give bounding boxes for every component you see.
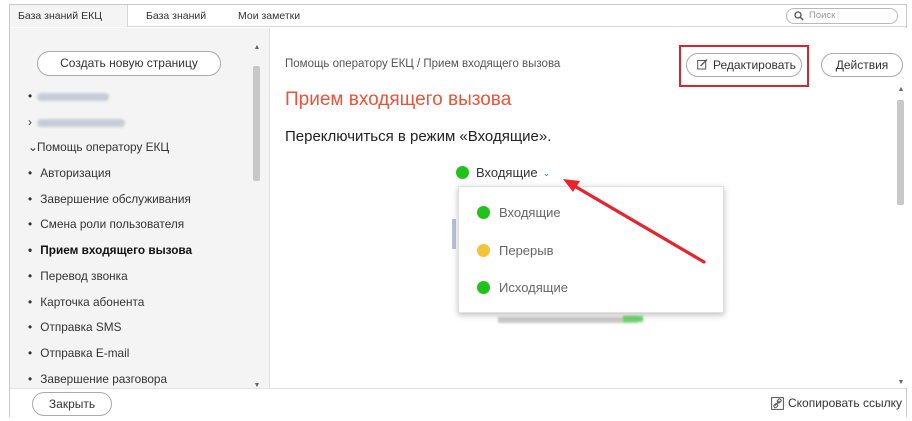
sidebar-item-blurred-1[interactable]: • (28, 84, 256, 110)
sidebar-item-label: Прием входящего вызова (40, 243, 193, 258)
sidebar-item-label: Завершение разговора (40, 371, 168, 386)
bullet-icon: • (28, 320, 33, 335)
sidebar-scrollbar[interactable]: ▲ ▼ (251, 44, 261, 389)
sidebar: Создать новую страницу • › ⌄Помощь опера… (10, 28, 270, 389)
sidebar-item-label: Отправка SMS (40, 320, 122, 335)
bullet-icon: • (28, 89, 33, 103)
actions-button[interactable]: Действия (821, 53, 903, 77)
breadcrumb[interactable]: Помощь оператору ЕКЦ / Прием входящего в… (285, 58, 560, 70)
chevron-down-icon[interactable]: ⌄ (28, 135, 38, 161)
copy-link-icon (771, 397, 784, 410)
content-scrollbar[interactable]: ▲ ▼ (895, 86, 906, 386)
top-tab-bar: База знаний ЕКЦ База знаний Мои заметки … (10, 5, 906, 27)
bullet-icon: • (28, 191, 33, 206)
close-button[interactable]: Закрыть (32, 392, 112, 416)
scrollbar-thumb[interactable] (897, 100, 904, 205)
search-placeholder: Поиск (809, 10, 836, 21)
bullet-icon: • (28, 166, 33, 181)
sidebar-tree: • › ⌄Помощь оператору ЕКЦ • Авторизация … (28, 84, 256, 392)
blurred-label (37, 118, 125, 127)
footer-bar: Закрыть Скопировать ссылку (10, 388, 906, 418)
sidebar-item-send-sms[interactable]: • Отправка SMS (28, 315, 256, 341)
copy-link-label: Скопировать ссылку (787, 396, 902, 410)
status-dropdown-screenshot: Входящие ⌄ Входящие Перерыв Исходящие (448, 159, 738, 329)
sidebar-item-authorization[interactable]: • Авторизация (28, 161, 256, 187)
scrollbar-thumb[interactable] (253, 66, 260, 181)
search-input[interactable]: Поиск (786, 8, 898, 24)
tab-knowledge-base[interactable]: База знаний (140, 5, 212, 27)
sidebar-item-label: Карточка абонента (40, 294, 145, 309)
blurred-label (37, 92, 109, 101)
edit-button-label: Редактировать (713, 58, 796, 72)
sidebar-item-label: Помощь оператору ЕКЦ (37, 140, 170, 155)
bullet-icon: • (28, 345, 33, 360)
tab-ekc-knowledge-base[interactable]: База знаний ЕКЦ (10, 5, 128, 27)
bullet-icon: • (28, 294, 33, 309)
annotation-arrow-icon (563, 179, 706, 264)
sidebar-item-label: Отправка E-mail (40, 345, 130, 360)
sidebar-item-subscriber-card[interactable]: • Карточка абонента (28, 290, 256, 316)
app-window: База знаний ЕКЦ База знаний Мои заметки … (9, 4, 907, 418)
instruction-text: Переключиться в режим «Входящие». (285, 128, 552, 145)
sidebar-item-change-role[interactable]: • Смена роли пользователя (28, 212, 256, 238)
main-content: Помощь оператору ЕКЦ / Прием входящего в… (271, 28, 907, 388)
sidebar-item-blurred-2[interactable]: › (28, 110, 256, 136)
sidebar-item-send-email[interactable]: • Отправка E-mail (28, 341, 256, 367)
sidebar-item-label: Смена роли пользователя (40, 217, 185, 232)
sidebar-item-incoming-call[interactable]: • Прием входящего вызова (28, 238, 256, 264)
chevron-right-icon[interactable]: › (28, 110, 37, 136)
copy-link-button[interactable]: Скопировать ссылку (771, 396, 902, 410)
sidebar-item-call-transfer[interactable]: • Перевод звонка (28, 264, 256, 290)
page-title: Прием входящего вызова (285, 89, 512, 110)
edit-button[interactable]: Редактировать (686, 53, 802, 77)
sidebar-item-label: Перевод звонка (40, 268, 128, 283)
sidebar-item-operator-help[interactable]: ⌄Помощь оператору ЕКЦ (28, 135, 256, 161)
scroll-up-icon[interactable]: ▲ (896, 86, 906, 93)
scroll-up-icon[interactable]: ▲ (252, 44, 262, 51)
search-icon (794, 11, 804, 21)
edit-icon (697, 59, 708, 70)
create-page-button[interactable]: Создать новую страницу (37, 51, 221, 76)
tab-my-notes[interactable]: Мои заметки (232, 5, 306, 27)
sidebar-item-label: Авторизация (40, 166, 111, 181)
bullet-icon: • (28, 217, 33, 232)
sidebar-item-label: Завершение обслуживания (40, 191, 191, 206)
sidebar-item-end-service[interactable]: • Завершение обслуживания (28, 187, 256, 213)
bullet-icon: • (28, 268, 33, 283)
scroll-down-icon[interactable]: ▼ (896, 379, 906, 386)
bullet-icon: • (28, 243, 33, 258)
